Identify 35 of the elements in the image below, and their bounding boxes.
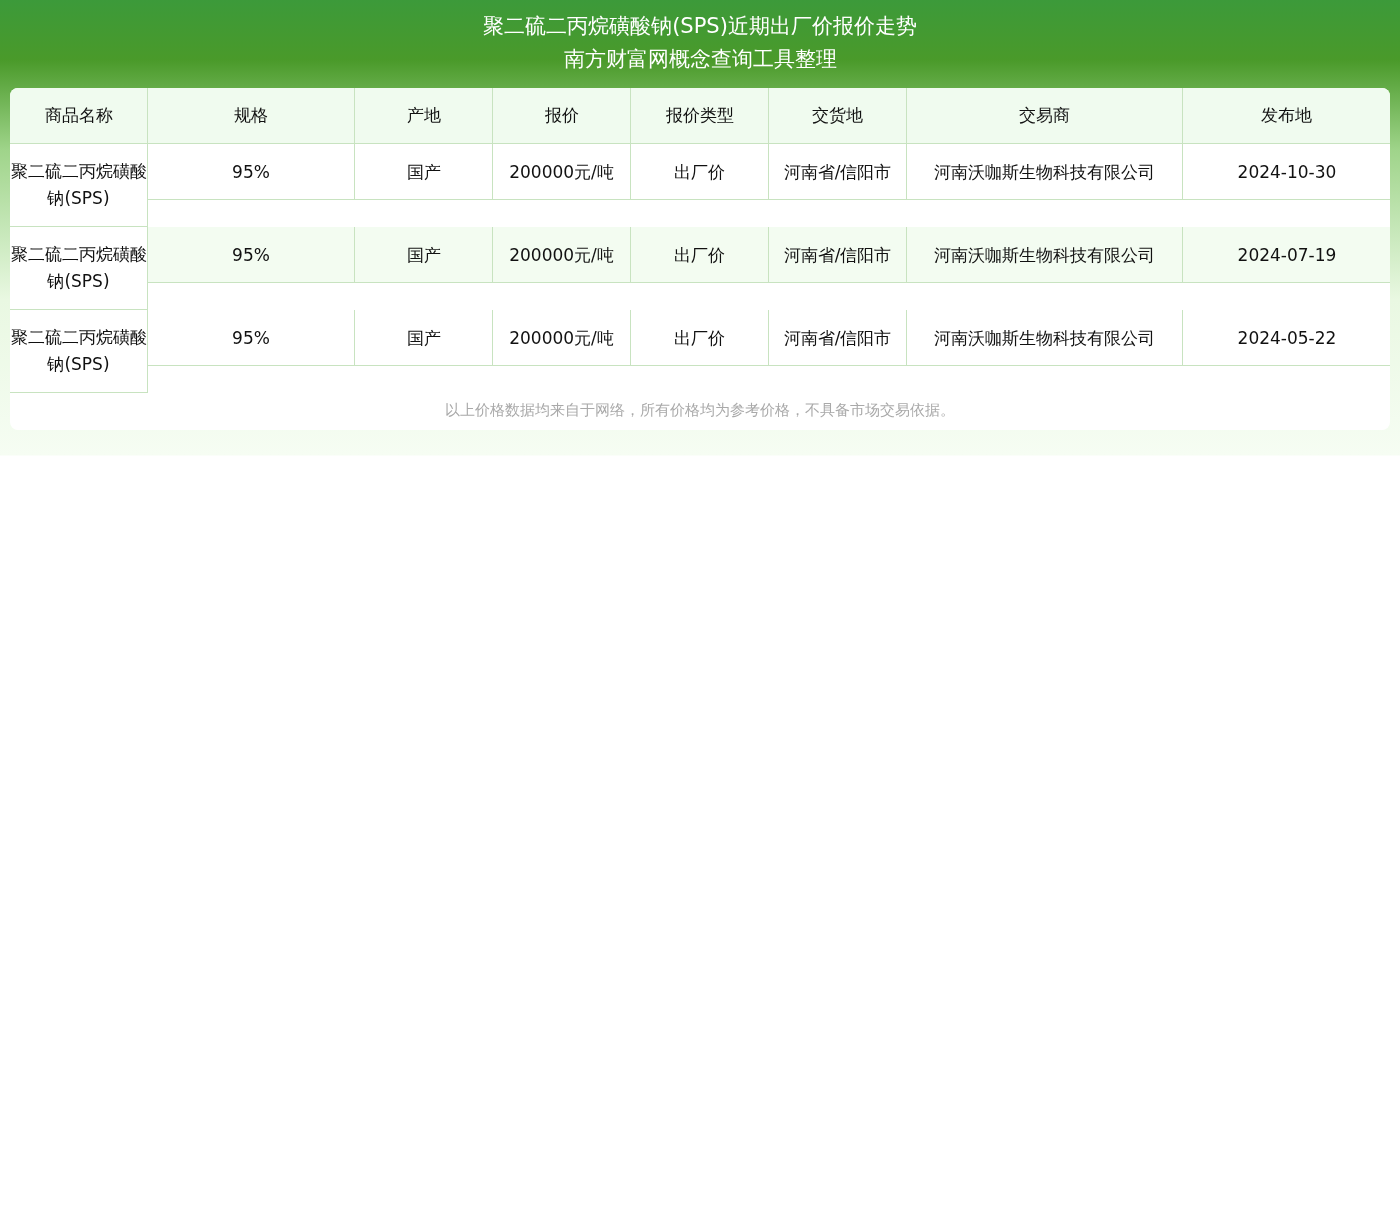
table-cell: 河南沃咖斯生物科技有限公司 xyxy=(907,310,1183,366)
table-cell: 河南沃咖斯生物科技有限公司 xyxy=(907,227,1183,283)
table-cell: 出厂价 xyxy=(631,227,769,283)
column-header: 商品名称 xyxy=(10,88,148,144)
table-cell: 2024-05-22 xyxy=(1183,310,1390,366)
table-cell: 河南沃咖斯生物科技有限公司 xyxy=(907,144,1183,200)
column-header: 发布地 xyxy=(1183,88,1390,144)
table-cell: 聚二硫二丙烷磺酸钠(SPS) xyxy=(10,227,148,310)
column-header: 规格 xyxy=(148,88,355,144)
table-cell: 200000元/吨 xyxy=(493,144,631,200)
table-cell: 2024-07-19 xyxy=(1183,227,1390,283)
table-cell: 聚二硫二丙烷磺酸钠(SPS) xyxy=(10,310,148,393)
table-cell: 国产 xyxy=(355,144,493,200)
table-cell: 河南省/信阳市 xyxy=(769,144,907,200)
table-cell: 200000元/吨 xyxy=(493,227,631,283)
disclaimer-text: 以上价格数据均来自于网络，所有价格均为参考价格，不具备市场交易依据。 xyxy=(444,400,956,421)
page-title: 南方财富网概念查询工具整理 xyxy=(562,46,838,73)
table-cell: 国产 xyxy=(355,227,493,283)
table-cell: 95% xyxy=(148,227,355,283)
table-cell: 聚二硫二丙烷磺酸钠(SPS) xyxy=(10,144,148,227)
column-header: 交易商 xyxy=(907,88,1183,144)
page-title: 聚二硫二丙烷磺酸钠(SPS)近期出厂价报价走势 xyxy=(482,13,918,40)
column-header: 交货地 xyxy=(769,88,907,144)
table-cell: 95% xyxy=(148,144,355,200)
table-cell: 河南省/信阳市 xyxy=(769,310,907,366)
table-cell: 95% xyxy=(148,310,355,366)
table-cell: 河南省/信阳市 xyxy=(769,227,907,283)
column-header: 产地 xyxy=(355,88,493,144)
column-header: 报价 xyxy=(493,88,631,144)
table-cell: 2024-10-30 xyxy=(1183,144,1390,200)
table-cell: 出厂价 xyxy=(631,310,769,366)
table-cell: 出厂价 xyxy=(631,144,769,200)
column-header: 报价类型 xyxy=(631,88,769,144)
table-cell: 国产 xyxy=(355,310,493,366)
table-cell: 200000元/吨 xyxy=(493,310,631,366)
